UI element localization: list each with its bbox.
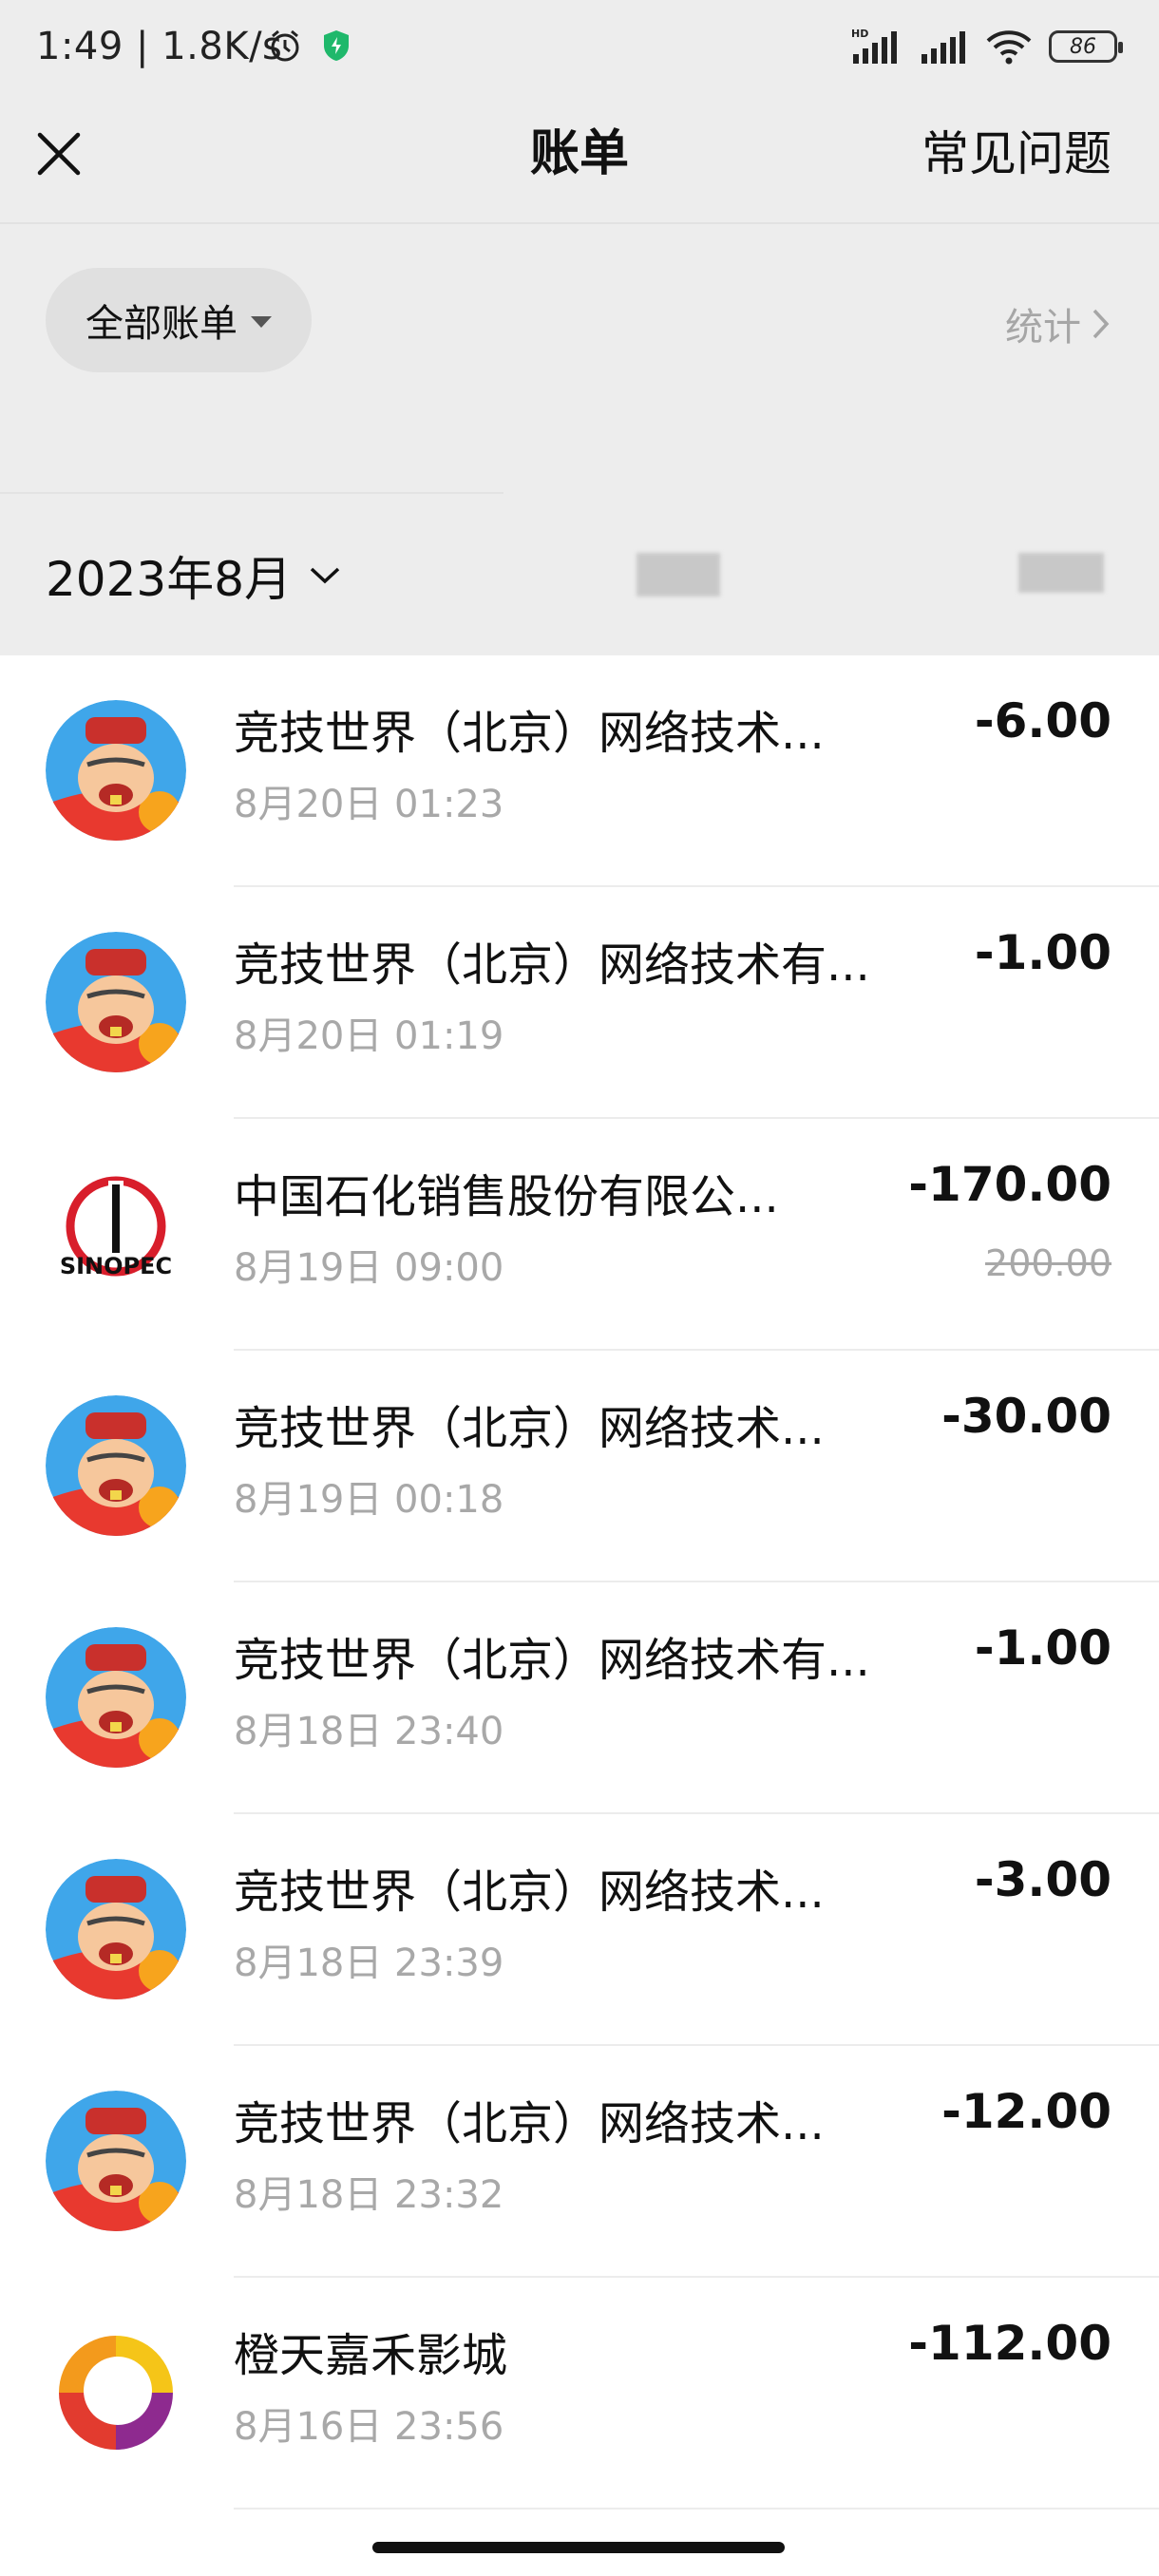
transaction-row[interactable]: SINOPEC 中国石化销售股份有限公... 8月19日 09:00 -170.…: [0, 1119, 1159, 1351]
faq-link[interactable]: 常见问题: [922, 123, 1112, 184]
status-icons: HD 86: [851, 25, 1123, 68]
redacted-summary: [1018, 553, 1104, 593]
transaction-datetime: 8月18日 23:40: [234, 1710, 504, 1753]
merchant-name: 竞技世界（北京）网络技术...: [234, 2097, 825, 2150]
signal-icon: HD: [851, 28, 897, 64]
home-indicator[interactable]: [372, 2542, 785, 2553]
transaction-row[interactable]: 竞技世界（北京）网络技术... 8月20日 01:23 -6.00: [0, 655, 1159, 887]
stats-link[interactable]: 统计: [1005, 296, 1112, 351]
merchant-name: 竞技世界（北京）网络技术有...: [234, 1634, 870, 1687]
transaction-row[interactable]: 竞技世界（北京）网络技术有... 8月18日 23:40 -1.00: [0, 1582, 1159, 1814]
transaction-row[interactable]: 竞技世界（北京）网络技术... 8月18日 23:39 -3.00: [0, 1814, 1159, 2046]
transaction-amount: -1.00: [974, 1620, 1112, 1676]
month-selector[interactable]: 2023年8月: [46, 541, 341, 610]
divider: [0, 492, 504, 494]
battery-indicator: 86: [1049, 30, 1123, 63]
merchant-name: 竞技世界（北京）网络技术...: [234, 707, 825, 760]
stats-label: 统计: [1005, 306, 1081, 350]
chevron-down-icon: [310, 567, 340, 584]
row-divider: [234, 2508, 1159, 2510]
nav-bar: 账单 常见问题: [0, 95, 1159, 224]
transaction-amount: -3.00: [974, 1852, 1112, 1907]
transaction-row[interactable]: 竞技世界（北京）网络技术... 8月18日 23:32 -12.00: [0, 2046, 1159, 2278]
merchant-name: 橙天嘉禾影城: [234, 2329, 508, 2382]
transaction-datetime: 8月19日 00:18: [234, 1478, 504, 1522]
transaction-amount: -112.00: [908, 2316, 1112, 2371]
transaction-datetime: 8月20日 01:19: [234, 1014, 504, 1058]
network-badge: HD: [851, 28, 868, 40]
cinema-logo: [46, 2322, 186, 2463]
game-avatar: [46, 932, 186, 1072]
game-avatar: [46, 1859, 186, 1999]
wifi-icon: [986, 30, 1032, 65]
game-avatar: [46, 700, 186, 841]
transaction-datetime: 8月20日 01:23: [234, 783, 504, 826]
transaction-amount: -30.00: [941, 1389, 1112, 1444]
status-time-speed: 1:49 | 1.8K/s: [36, 25, 283, 68]
month-label: 2023年8月: [46, 552, 293, 607]
transaction-amount: -1.00: [974, 925, 1112, 980]
signal-icon: [922, 31, 965, 64]
chevron-right-icon: [1092, 309, 1110, 339]
transaction-row[interactable]: 竞技世界（北京）网络技术... 8月19日 00:18 -30.00: [0, 1351, 1159, 1582]
transaction-amount: -6.00: [974, 693, 1112, 748]
alarm-icon: [271, 29, 299, 62]
status-bar: 1:49 | 1.8K/s HD 86: [0, 0, 1159, 95]
game-avatar: [46, 1395, 186, 1536]
transaction-datetime: 8月19日 09:00: [234, 1246, 504, 1290]
game-avatar: [46, 2091, 186, 2231]
game-avatar: [46, 1627, 186, 1768]
shield-icon: [324, 30, 349, 61]
merchant-name: 竞技世界（北京）网络技术...: [234, 1402, 825, 1455]
svg-text:SINOPEC: SINOPEC: [60, 1253, 172, 1279]
merchant-name: 竞技世界（北京）网络技术有...: [234, 938, 870, 992]
transaction-list: 竞技世界（北京）网络技术... 8月20日 01:23 -6.00 竞技世界（北…: [0, 655, 1159, 2576]
merchant-name: 竞技世界（北京）网络技术...: [234, 1866, 825, 1919]
bill-filter-label: 全部账单: [86, 302, 238, 346]
transaction-datetime: 8月18日 23:39: [234, 1941, 504, 1985]
bill-filter-dropdown[interactable]: 全部账单: [46, 268, 312, 372]
transaction-row[interactable]: 竞技世界（北京）网络技术有... 8月20日 01:19 -1.00: [0, 887, 1159, 1119]
transaction-amount: -170.00: [908, 1157, 1112, 1212]
transaction-amount: -12.00: [941, 2084, 1112, 2139]
transaction-datetime: 8月18日 23:32: [234, 2173, 504, 2217]
caret-down-icon: [251, 316, 272, 328]
transaction-datetime: 8月16日 23:56: [234, 2405, 504, 2449]
sinopec-logo: SINOPEC: [46, 1164, 186, 1304]
original-amount: 200.00: [985, 1242, 1112, 1284]
redacted-summary: [636, 553, 720, 597]
merchant-name: 中国石化销售股份有限公...: [234, 1170, 779, 1223]
transaction-row[interactable]: 橙天嘉禾影城 8月16日 23:56 -112.00: [0, 2278, 1159, 2510]
battery-level: 86: [1070, 34, 1096, 59]
